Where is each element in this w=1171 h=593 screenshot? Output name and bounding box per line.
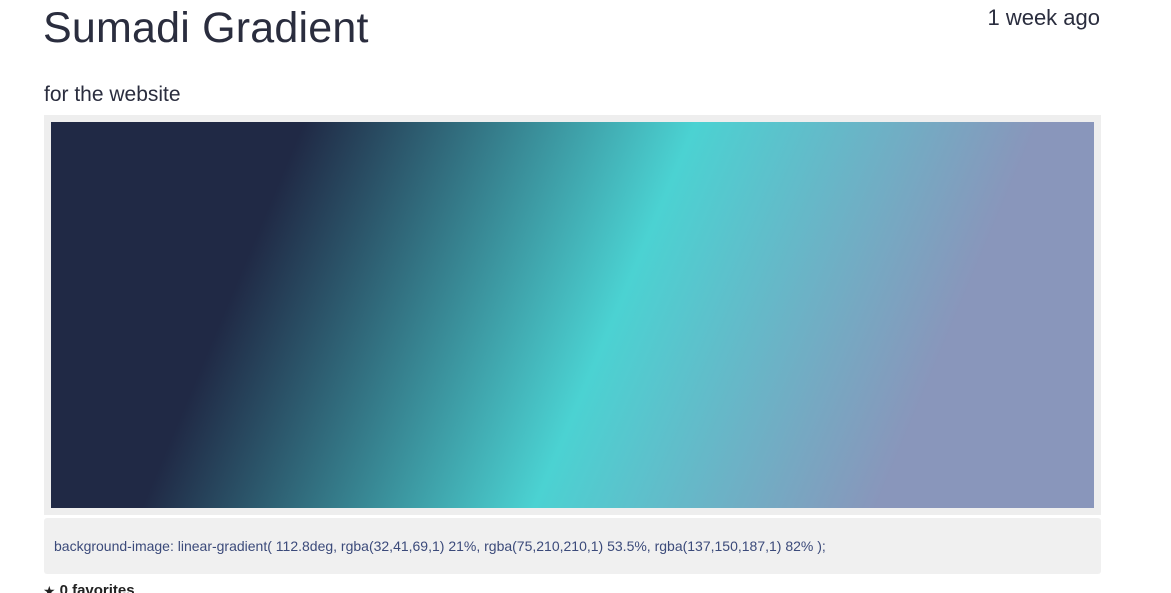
star-icon: ★ (43, 583, 56, 593)
css-code-box[interactable]: background-image: linear-gradient( 112.8… (44, 518, 1101, 574)
timestamp: 1 week ago (987, 5, 1100, 30)
page-title: Sumadi Gradient (43, 4, 369, 52)
gradient-preview (51, 122, 1094, 508)
gradient-preview-frame (44, 115, 1101, 515)
gradient-description: for the website (44, 83, 181, 106)
favorites-label: 0 favorites (59, 582, 135, 593)
css-code-text[interactable]: background-image: linear-gradient( 112.8… (54, 538, 826, 554)
favorites-button[interactable]: ★ 0 favorites (43, 582, 135, 593)
gradient-detail-page: Sumadi Gradient 1 week ago for the websi… (0, 0, 1171, 593)
